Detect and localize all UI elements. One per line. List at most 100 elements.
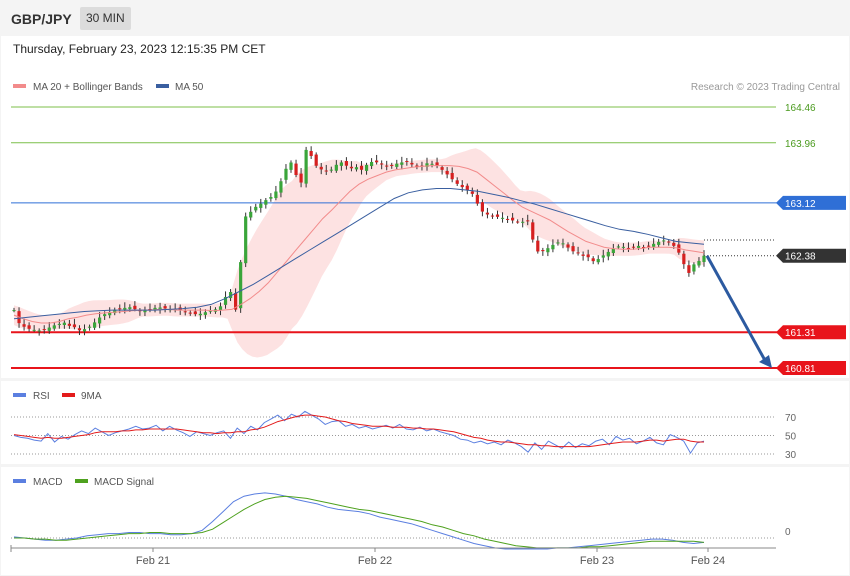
candle-body xyxy=(354,167,359,170)
candle-body xyxy=(294,163,298,176)
candle-body xyxy=(395,163,399,167)
level-label-163-12: 163.12 xyxy=(785,199,816,210)
candle-body xyxy=(495,214,500,217)
candle-body xyxy=(692,264,696,272)
x-tick-label: Feb 24 xyxy=(691,555,725,567)
candle-body xyxy=(455,180,459,184)
candle-body xyxy=(289,162,293,170)
candle-body xyxy=(430,163,434,165)
macd-signal-line xyxy=(14,495,705,549)
candle-body xyxy=(12,310,16,312)
candle-body xyxy=(546,248,550,253)
candle-body xyxy=(334,164,338,171)
candle-body xyxy=(662,240,666,242)
candle-body xyxy=(369,161,374,167)
candle-body xyxy=(52,325,56,329)
candle-body xyxy=(646,245,651,247)
candle-body xyxy=(380,163,384,165)
candle-body xyxy=(27,325,31,329)
candle-body xyxy=(133,305,137,310)
macd-tick-0: 0 xyxy=(785,527,791,538)
candle-body xyxy=(521,221,525,223)
candle-body xyxy=(98,317,102,324)
candle-body xyxy=(611,248,615,254)
candle-body xyxy=(364,164,369,171)
legend-label-ma50: MA 50 xyxy=(175,82,204,93)
candle-body xyxy=(516,221,520,223)
candle-body xyxy=(32,329,36,331)
candle-body xyxy=(92,322,97,328)
candle-body xyxy=(239,262,243,309)
candle-body xyxy=(400,162,404,165)
candle-body xyxy=(37,330,41,332)
candle-body xyxy=(475,194,479,204)
candle-body xyxy=(72,324,77,328)
candle-body xyxy=(77,328,82,331)
candle-body xyxy=(702,255,706,263)
candle-body xyxy=(511,217,515,221)
candle-body xyxy=(500,217,505,219)
candle-body xyxy=(42,329,46,331)
candle-body xyxy=(606,251,610,257)
candle-body xyxy=(672,242,676,246)
legend-swatch-ma20 xyxy=(13,84,26,88)
level-label-161-31: 161.31 xyxy=(785,328,816,339)
candle-body xyxy=(188,312,192,314)
candle-body xyxy=(621,246,626,248)
candle-body xyxy=(375,160,379,163)
candle-body xyxy=(636,245,641,248)
candle-body xyxy=(485,212,490,215)
candle-body xyxy=(440,167,444,170)
forecast-arrow-shaft xyxy=(705,255,769,365)
candle-body xyxy=(561,243,565,245)
candle-body xyxy=(581,254,585,256)
x-tick-label: Feb 22 xyxy=(358,555,392,567)
candle-body xyxy=(410,162,414,165)
forecast-arrow-head xyxy=(759,355,772,368)
candle-body xyxy=(254,206,258,211)
candle-body xyxy=(249,211,253,218)
candle-body xyxy=(490,215,495,217)
legend-label-macd: MACD xyxy=(33,477,62,488)
candle-body xyxy=(183,311,187,313)
candle-body xyxy=(601,255,605,258)
level-label-163-96: 163.96 xyxy=(785,139,816,150)
candle-body xyxy=(47,327,51,331)
candle-body xyxy=(556,242,560,244)
candle-body xyxy=(103,314,107,317)
candle-body xyxy=(203,312,207,315)
candle-body xyxy=(284,168,288,180)
candle-body xyxy=(22,324,26,327)
bollinger-band xyxy=(14,148,704,358)
candle-body xyxy=(526,220,530,222)
candle-body xyxy=(541,250,545,252)
candle-body xyxy=(596,259,600,263)
candle-body xyxy=(505,218,510,220)
rsi-tick-50: 50 xyxy=(785,432,797,443)
legend-label-macd-signal: MACD Signal xyxy=(94,477,154,488)
candle-body xyxy=(118,308,122,310)
candle-body xyxy=(652,243,656,247)
legend-swatch-macd-signal xyxy=(75,479,88,483)
chart-svg: MA 20 + Bollinger Bands MA 50 Research ©… xyxy=(10,82,846,567)
candle-body xyxy=(82,329,87,332)
candle-body xyxy=(682,253,686,265)
rsi-tick-30: 30 xyxy=(785,450,797,461)
candle-body xyxy=(67,323,72,326)
candle-body xyxy=(349,166,354,169)
legend-label-ma20: MA 20 + Bollinger Bands xyxy=(33,82,143,93)
candle-body xyxy=(319,166,323,170)
candle-body xyxy=(324,170,328,172)
level-label-160-81: 160.81 xyxy=(785,364,816,375)
candle-body xyxy=(274,191,278,199)
price-layer: 164.46 163.96 163.12 162.38 161.31 160.81 xyxy=(11,103,846,375)
macd-line xyxy=(13,492,705,550)
candle-body xyxy=(626,247,631,249)
candle-body xyxy=(198,313,202,316)
candle-body xyxy=(123,307,127,310)
candle-body xyxy=(299,173,303,183)
candle-body xyxy=(264,200,268,205)
candle-body xyxy=(657,241,661,245)
legend-swatch-ma50 xyxy=(156,84,169,88)
candle-body xyxy=(57,323,61,325)
